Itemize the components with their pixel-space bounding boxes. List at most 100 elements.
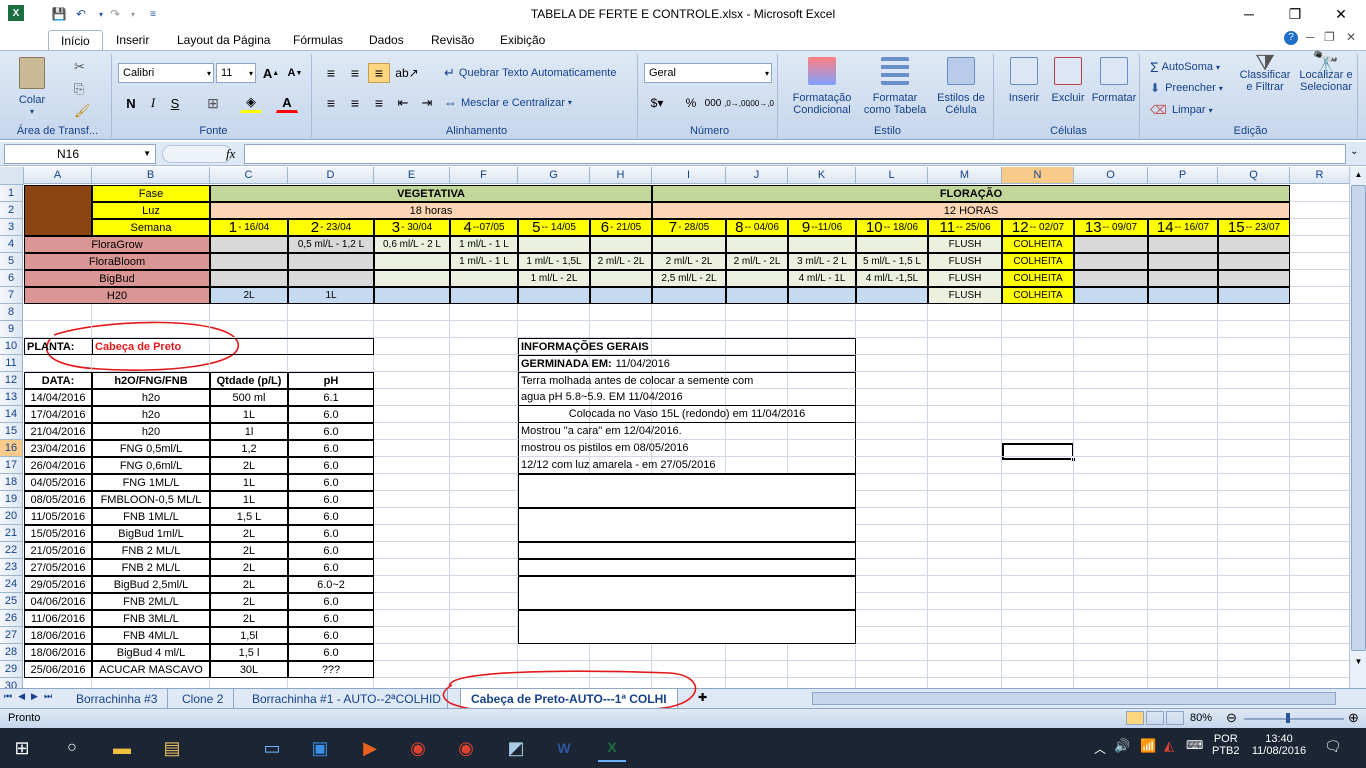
grid-cell[interactable] [1148, 627, 1218, 644]
germinada-row[interactable]: GERMINADA EM: 11/04/2016 [518, 355, 856, 372]
align-left-icon[interactable]: ≡ [320, 93, 342, 113]
log-cell[interactable]: 25/06/2016 [24, 661, 92, 678]
grid-cell[interactable] [1148, 491, 1218, 508]
grid-cell[interactable] [856, 559, 928, 576]
week-header-4[interactable]: 4 --07/05 [450, 219, 518, 236]
grid-cell[interactable] [450, 593, 518, 610]
column-header-n[interactable]: N [1002, 167, 1074, 184]
log-cell[interactable]: 04/05/2016 [24, 474, 92, 491]
grid-cell[interactable] [1290, 644, 1349, 661]
log-cell[interactable]: 1L [210, 406, 288, 423]
dose-cell[interactable] [288, 270, 374, 287]
dose-cell[interactable] [590, 270, 652, 287]
row-header-7[interactable]: 7 [0, 287, 23, 304]
grid-cell[interactable] [1148, 542, 1218, 559]
log-cell[interactable]: 1L [210, 474, 288, 491]
grid-cell[interactable] [928, 593, 1002, 610]
grid-cell[interactable] [928, 474, 1002, 491]
row-header-14[interactable]: 14 [0, 406, 23, 423]
grid-cell[interactable] [374, 576, 450, 593]
grid-cell[interactable] [450, 372, 518, 389]
log-cell[interactable]: 6.0~2 [288, 576, 374, 593]
dose-cell[interactable] [1218, 236, 1290, 253]
grid-cell[interactable] [1074, 491, 1148, 508]
dose-cell[interactable] [652, 287, 726, 304]
grid-cell[interactable] [788, 304, 856, 321]
week-header-14[interactable]: 14 -- 16/07 [1148, 219, 1218, 236]
dose-cell[interactable] [1218, 287, 1290, 304]
dose-cell[interactable] [856, 236, 928, 253]
log-cell[interactable]: 6.1 [288, 389, 374, 406]
grid-cell[interactable] [1002, 406, 1074, 423]
grid-cell[interactable] [856, 457, 928, 474]
grid-cell[interactable] [450, 525, 518, 542]
sheet-tab-borrachinha-1[interactable]: Borrachinha #1 - AUTO--2ªCOLHID [242, 689, 448, 708]
grid-cell[interactable] [24, 355, 92, 372]
grid-cell[interactable] [1148, 321, 1218, 338]
log-cell[interactable]: 6.0 [288, 491, 374, 508]
align-middle-icon[interactable]: ≡ [344, 63, 366, 83]
increase-decimal-icon[interactable]: ,0→,00 [724, 93, 750, 113]
week-header-10[interactable]: 10 -- 18/06 [856, 219, 928, 236]
log-cell[interactable]: h2o [92, 389, 210, 406]
dose-cell[interactable] [856, 287, 928, 304]
log-cell[interactable]: 15/05/2016 [24, 525, 92, 542]
grid-cell[interactable] [1074, 457, 1148, 474]
semana-label[interactable]: Semana [92, 219, 210, 236]
grid-cell[interactable] [1290, 219, 1349, 236]
grid-cell[interactable] [1148, 423, 1218, 440]
row-header-30[interactable]: 30 [0, 678, 23, 688]
column-header-m[interactable]: M [928, 167, 1002, 184]
log-cell[interactable]: 1,5 L [210, 508, 288, 525]
grid-cell[interactable] [1002, 661, 1074, 678]
log-cell[interactable]: 1,5 l [210, 644, 288, 661]
log-cell[interactable]: 6.0 [288, 474, 374, 491]
info-empty-block[interactable] [518, 508, 856, 542]
grid-cell[interactable] [374, 406, 450, 423]
grid-cell[interactable] [928, 576, 1002, 593]
grid-cell[interactable] [450, 508, 518, 525]
minimize-icon[interactable]: ─ [1226, 0, 1272, 28]
grid-cell[interactable] [1074, 321, 1148, 338]
formula-input[interactable] [244, 144, 1346, 164]
close-icon[interactable]: ✕ [1318, 0, 1364, 28]
cut-icon[interactable]: ✂ [74, 59, 85, 75]
grid-cell[interactable] [1074, 525, 1148, 542]
log-cell[interactable]: 1L [210, 491, 288, 508]
log-cell[interactable]: 29/05/2016 [24, 576, 92, 593]
column-header-l[interactable]: L [856, 167, 928, 184]
grid-cell[interactable] [928, 644, 1002, 661]
sheet-tab-clone-2[interactable]: Clone 2 [172, 689, 235, 708]
product-floragrow[interactable]: FloraGrow [24, 236, 210, 253]
clock[interactable]: 13:40 11/08/2016 [1248, 733, 1310, 757]
column-header-e[interactable]: E [374, 167, 450, 184]
grid-cell[interactable] [856, 491, 928, 508]
grid-cell[interactable] [1290, 508, 1349, 525]
log-cell[interactable]: 6.0 [288, 542, 374, 559]
product-h20[interactable]: H20 [24, 287, 210, 304]
row-header-20[interactable]: 20 [0, 508, 23, 525]
last-sheet-icon[interactable]: ⏭ [44, 691, 52, 702]
dose-cell[interactable]: FLUSH [928, 236, 1002, 253]
grid-cell[interactable] [288, 304, 374, 321]
grid-cell[interactable] [374, 440, 450, 457]
grid-cell[interactable] [856, 304, 928, 321]
info-empty-block[interactable] [518, 542, 856, 559]
grid-cell[interactable] [1148, 576, 1218, 593]
grid-cell[interactable] [518, 321, 590, 338]
grid-cell[interactable] [1074, 372, 1148, 389]
grid-cell[interactable] [856, 508, 928, 525]
grid-cell[interactable] [856, 321, 928, 338]
insert-cells-button[interactable]: Inserir [1002, 57, 1046, 104]
bold-icon[interactable]: N [120, 93, 142, 113]
dose-cell[interactable] [1148, 270, 1218, 287]
grid-cell[interactable] [1148, 593, 1218, 610]
grid-cell[interactable] [1148, 457, 1218, 474]
dose-cell[interactable]: 3 ml/L - 2 L [788, 253, 856, 270]
scroll-down-icon[interactable]: ▼ [1351, 657, 1366, 671]
grid-cell[interactable] [1002, 610, 1074, 627]
grid-cell[interactable] [1290, 355, 1349, 372]
grid-cell[interactable] [450, 355, 518, 372]
grid-cell[interactable] [24, 321, 92, 338]
grid-cell[interactable] [1290, 542, 1349, 559]
